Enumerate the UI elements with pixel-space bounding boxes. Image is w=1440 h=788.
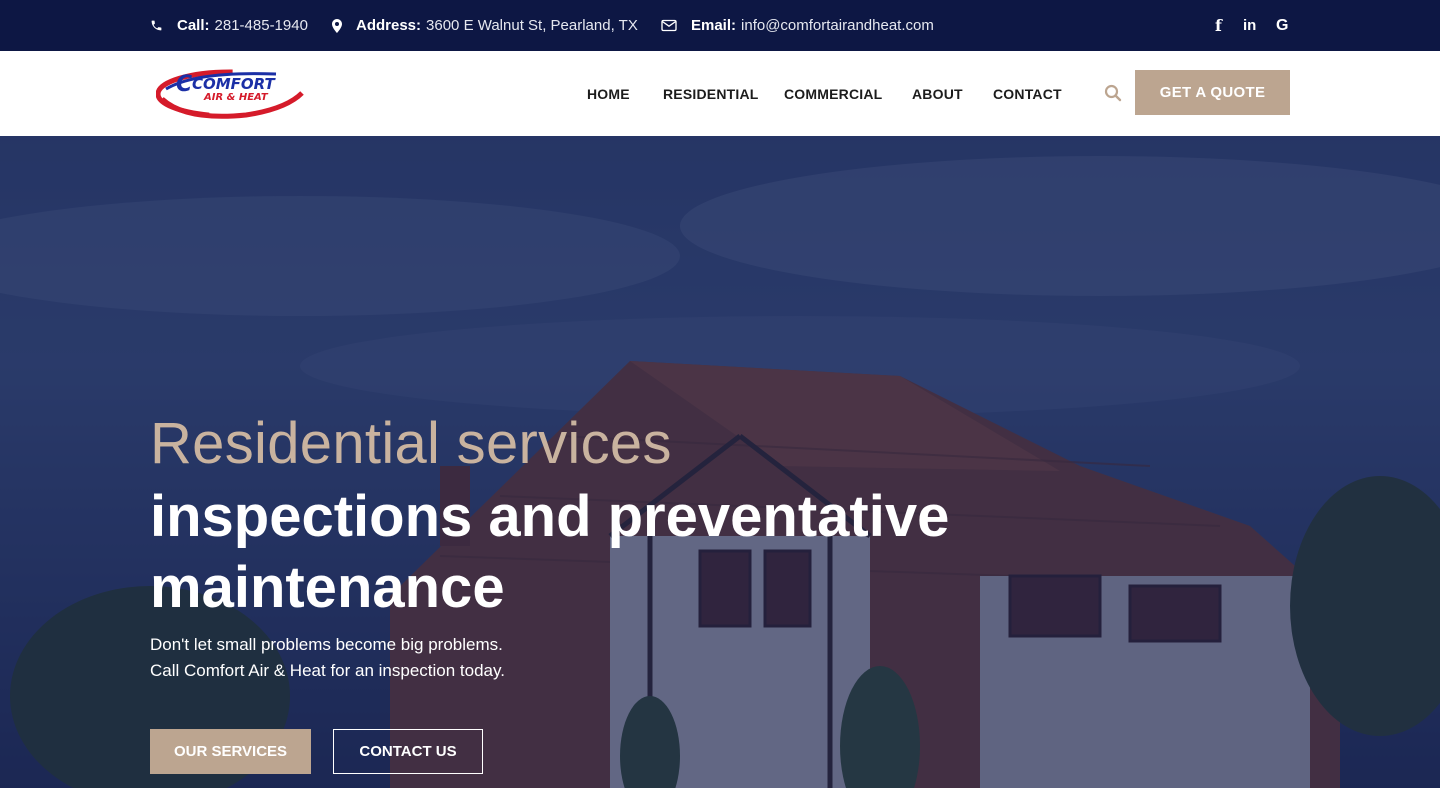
envelope-icon bbox=[661, 19, 677, 32]
email-info[interactable]: Email: info@comfortairandheat.com bbox=[661, 0, 934, 51]
google-icon[interactable]: G bbox=[1276, 0, 1288, 51]
comfort-air-heat-logo[interactable]: C COMFORT AIR & HEAT bbox=[156, 65, 306, 123]
hero-title: inspections and preventative maintenance bbox=[150, 484, 950, 620]
svg-text:COMFORT: COMFORT bbox=[192, 75, 277, 93]
nav-commercial[interactable]: COMMERCIAL bbox=[784, 51, 882, 136]
phone-icon bbox=[151, 20, 162, 31]
email-label: Email: bbox=[691, 17, 737, 34]
svg-text:C: C bbox=[176, 72, 192, 97]
nav-about[interactable]: ABOUT bbox=[912, 51, 963, 136]
top-contact-bar: Call: 281-485-1940 Address: 3600 E Walnu… bbox=[0, 0, 1440, 51]
email-address[interactable]: info@comfortairandheat.com bbox=[741, 17, 934, 34]
main-navbar: C COMFORT AIR & HEAT HOME RESIDENTIAL CO… bbox=[0, 51, 1440, 136]
address-value: 3600 E Walnut St, Pearland, TX bbox=[426, 17, 638, 34]
call-label: Call: bbox=[177, 17, 210, 34]
our-services-button[interactable]: OUR SERVICES bbox=[150, 729, 311, 774]
call-info[interactable]: Call: 281-485-1940 bbox=[150, 0, 308, 51]
nav-home[interactable]: HOME bbox=[587, 51, 630, 136]
linkedin-icon[interactable]: in bbox=[1243, 0, 1256, 51]
hero-subtitle: Residential services bbox=[150, 411, 672, 476]
nav-contact[interactable]: CONTACT bbox=[993, 51, 1062, 136]
svg-text:AIR & HEAT: AIR & HEAT bbox=[203, 92, 269, 103]
search-icon[interactable] bbox=[1104, 84, 1122, 102]
contact-us-button[interactable]: CONTACT US bbox=[333, 729, 483, 774]
call-number[interactable]: 281-485-1940 bbox=[215, 17, 308, 34]
nav-residential[interactable]: RESIDENTIAL bbox=[663, 51, 759, 136]
facebook-icon[interactable]: f bbox=[1215, 0, 1222, 51]
address-label: Address: bbox=[356, 17, 422, 34]
hero-section: Residential services inspections and pre… bbox=[0, 136, 1440, 788]
address-info: Address: 3600 E Walnut St, Pearland, TX bbox=[332, 0, 638, 51]
hero-description: Don't let small problems become big prob… bbox=[150, 632, 505, 684]
hero-text-line-1: Don't let small problems become big prob… bbox=[150, 635, 503, 654]
hero-text-line-2: Call Comfort Air & Heat for an inspectio… bbox=[150, 661, 505, 680]
map-marker-icon bbox=[332, 18, 342, 33]
get-a-quote-button[interactable]: GET A QUOTE bbox=[1135, 70, 1290, 115]
